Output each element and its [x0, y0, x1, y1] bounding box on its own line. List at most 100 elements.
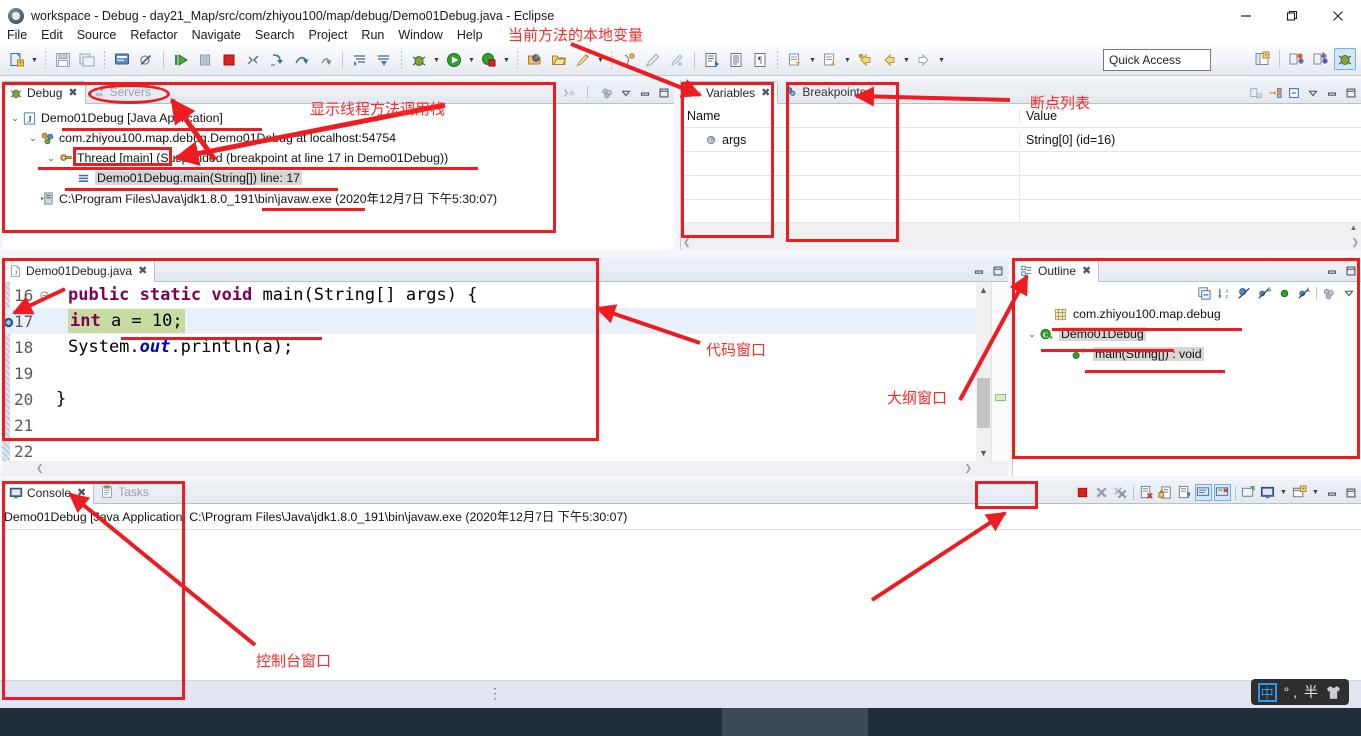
variables-table[interactable]: Name Value args String[0] (id=16) ▲ ❮ ❯ — [681, 104, 1361, 250]
debug-view-filter-icon[interactable] — [560, 84, 577, 101]
new-console-view-icon[interactable]: + — [1291, 484, 1308, 501]
back-dropdown-icon[interactable]: ▼ — [901, 49, 912, 71]
sort-alphabetically-icon[interactable]: az — [1216, 285, 1233, 302]
scroll-up-icon[interactable]: ▲ — [1350, 223, 1358, 232]
main-toolbar[interactable]: + ▼ ▼ ▼ ▼ ▼ ¶ ▼ ▼ ▼ ▼ Quick Access + J — [0, 45, 1361, 76]
tab-console[interactable]: Console ✖ — [2, 481, 95, 504]
outline-maximize-icon[interactable] — [1342, 262, 1359, 279]
editor-maximize-icon[interactable] — [989, 262, 1006, 279]
hide-fields-icon[interactable] — [1236, 285, 1253, 302]
step-return-icon[interactable] — [314, 49, 336, 71]
search-dropdown-icon[interactable]: ▼ — [595, 49, 606, 71]
scroll-left-icon[interactable]: ❮ — [683, 237, 691, 248]
twisty-icon[interactable]: ⌄ — [44, 153, 58, 164]
menu-edit[interactable]: Edit — [34, 26, 70, 44]
variables-view-tabs[interactable]: (x)= Variables ✖ Breakpoints — [681, 80, 1361, 104]
debug-view-minimize-icon[interactable] — [636, 84, 653, 101]
quick-access-input[interactable]: Quick Access — [1103, 49, 1211, 71]
tab-console-close-icon[interactable]: ✖ — [77, 486, 86, 499]
editor-body[interactable]: 16 public static void main(String[] args… — [2, 282, 1008, 476]
search-icon[interactable] — [572, 49, 594, 71]
new-icon[interactable]: + — [6, 49, 28, 71]
editor-vscroll-thumb[interactable] — [977, 378, 990, 428]
tab-variables-close-icon[interactable]: ✖ — [761, 86, 770, 99]
scroll-left-icon[interactable]: ❮ — [36, 463, 44, 474]
debug-icon[interactable] — [408, 49, 430, 71]
debug-view-menu-icon[interactable] — [598, 84, 615, 101]
debug-tree[interactable]: ⌄ J Demo01Debug [Java Application] ⌄ com… — [2, 104, 674, 250]
forward-dropdown-icon[interactable]: ▼ — [936, 49, 947, 71]
step-into-icon[interactable] — [266, 49, 288, 71]
twisty-icon[interactable]: ⌄ — [1025, 329, 1039, 340]
show-whitespace-icon[interactable] — [725, 49, 747, 71]
outline-view-menu-group-icon[interactable] — [1320, 285, 1337, 302]
ime-indicator[interactable]: 中 ° , 半 — [1250, 679, 1349, 705]
pin-console-view-icon[interactable] — [1259, 484, 1276, 501]
toggle-mark-occurrences-icon[interactable] — [701, 49, 723, 71]
tab-debug-close-icon[interactable]: ✖ — [68, 86, 77, 99]
taskbar[interactable] — [0, 708, 1361, 736]
new-console-dropdown-icon[interactable]: ▼ — [1310, 484, 1321, 501]
suspend-icon[interactable] — [194, 49, 216, 71]
coverage-dropdown-icon[interactable]: ▼ — [501, 49, 512, 71]
outline-row-package[interactable]: com.zhiyou100.map.debug — [1013, 304, 1361, 324]
scroll-down-icon[interactable]: ▼ — [979, 448, 988, 461]
drop-to-frame-icon[interactable] — [373, 49, 395, 71]
collapse-all-outline-icon[interactable] — [1196, 285, 1213, 302]
terminal-icon[interactable] — [111, 49, 133, 71]
debug-view-toolbar[interactable] — [560, 84, 672, 101]
menu-navigate[interactable]: Navigate — [185, 26, 248, 44]
menu-help[interactable]: Help — [450, 26, 490, 44]
console-view-tabs[interactable]: Console ✖ Tasks ▼ + ▼ — [2, 480, 1361, 504]
taskbar-active-item[interactable] — [722, 708, 868, 736]
code-line-17[interactable]: 17 int a = 10; — [2, 308, 1008, 334]
scroll-up-icon[interactable]: ▲ — [979, 282, 988, 295]
tab-outline-close-icon[interactable]: ✖ — [1082, 264, 1091, 277]
code-line-20[interactable]: 20 } — [2, 386, 1008, 412]
breakpoint-marker-icon[interactable] — [3, 313, 14, 333]
save-icon[interactable] — [52, 49, 74, 71]
variables-hscrollbar[interactable]: ❮ ❯ — [681, 235, 1361, 250]
clear-console-icon[interactable] — [1138, 484, 1155, 501]
next-annotation-icon[interactable] — [618, 49, 640, 71]
show-logical-structure-icon[interactable] — [1247, 84, 1264, 101]
resume-icon[interactable] — [170, 49, 192, 71]
scroll-right-icon[interactable]: ❯ — [964, 463, 972, 474]
perspective-java-icon[interactable]: J — [1310, 48, 1332, 70]
menu-file[interactable]: File — [0, 26, 34, 44]
skip-breakpoints-icon[interactable] — [135, 49, 157, 71]
outline-tab-tools[interactable] — [1323, 262, 1359, 279]
outline-view-menu-icon[interactable] — [1340, 285, 1357, 302]
folding-collapse-icon[interactable] — [40, 290, 52, 300]
menu-run[interactable]: Run — [354, 26, 391, 44]
console-view-toolbar[interactable]: ▼ + ▼ — [1074, 484, 1359, 501]
console-minimize-icon[interactable] — [1323, 484, 1340, 501]
step-over-icon[interactable] — [290, 49, 312, 71]
console-maximize-icon[interactable] — [1342, 484, 1359, 501]
debug-view-maximize-icon[interactable] — [655, 84, 672, 101]
back-edit-icon[interactable] — [854, 49, 876, 71]
outline-row-class[interactable]: ⌄ C Demo01Debug — [1013, 324, 1361, 344]
ime-punctuation[interactable]: ° , — [1284, 684, 1297, 700]
display-selected-console-icon[interactable] — [1195, 484, 1212, 501]
tree-row-process[interactable]: C:\Program Files\Java\jdk1.8.0_191\bin\j… — [2, 188, 674, 208]
step-filter-icon[interactable] — [349, 49, 371, 71]
forward-icon[interactable] — [913, 49, 935, 71]
previous-edit-dropdown-icon[interactable]: ▼ — [807, 49, 818, 71]
twisty-icon[interactable]: ⌄ — [26, 133, 40, 144]
run-dropdown-icon[interactable]: ▼ — [466, 49, 477, 71]
editor-hscrollbar[interactable]: ❮ ❯ — [2, 461, 1008, 476]
outline-toolbar[interactable]: az S L — [1013, 282, 1361, 304]
outline-row-method[interactable]: S main(String[]) : void — [1013, 344, 1361, 364]
open-resource-icon[interactable] — [548, 49, 570, 71]
perspective-debug-icon[interactable] — [1334, 48, 1356, 70]
next-edit-icon[interactable] — [819, 49, 841, 71]
tab-tasks[interactable]: Tasks — [94, 480, 156, 503]
outline-body[interactable]: az S L com.zhiyou100.map.debug ⌄ C Demo0… — [1013, 282, 1361, 476]
ime-mode[interactable]: 中 — [1257, 682, 1277, 702]
console-output[interactable] — [2, 530, 1361, 538]
hide-static-icon[interactable]: S — [1256, 285, 1273, 302]
tab-outline[interactable]: Outline ✖ — [1013, 259, 1100, 282]
tree-row-thread[interactable]: ⌄ Thread [main] (Suspended (breakpoint a… — [2, 148, 674, 168]
menu-search[interactable]: Search — [248, 26, 302, 44]
